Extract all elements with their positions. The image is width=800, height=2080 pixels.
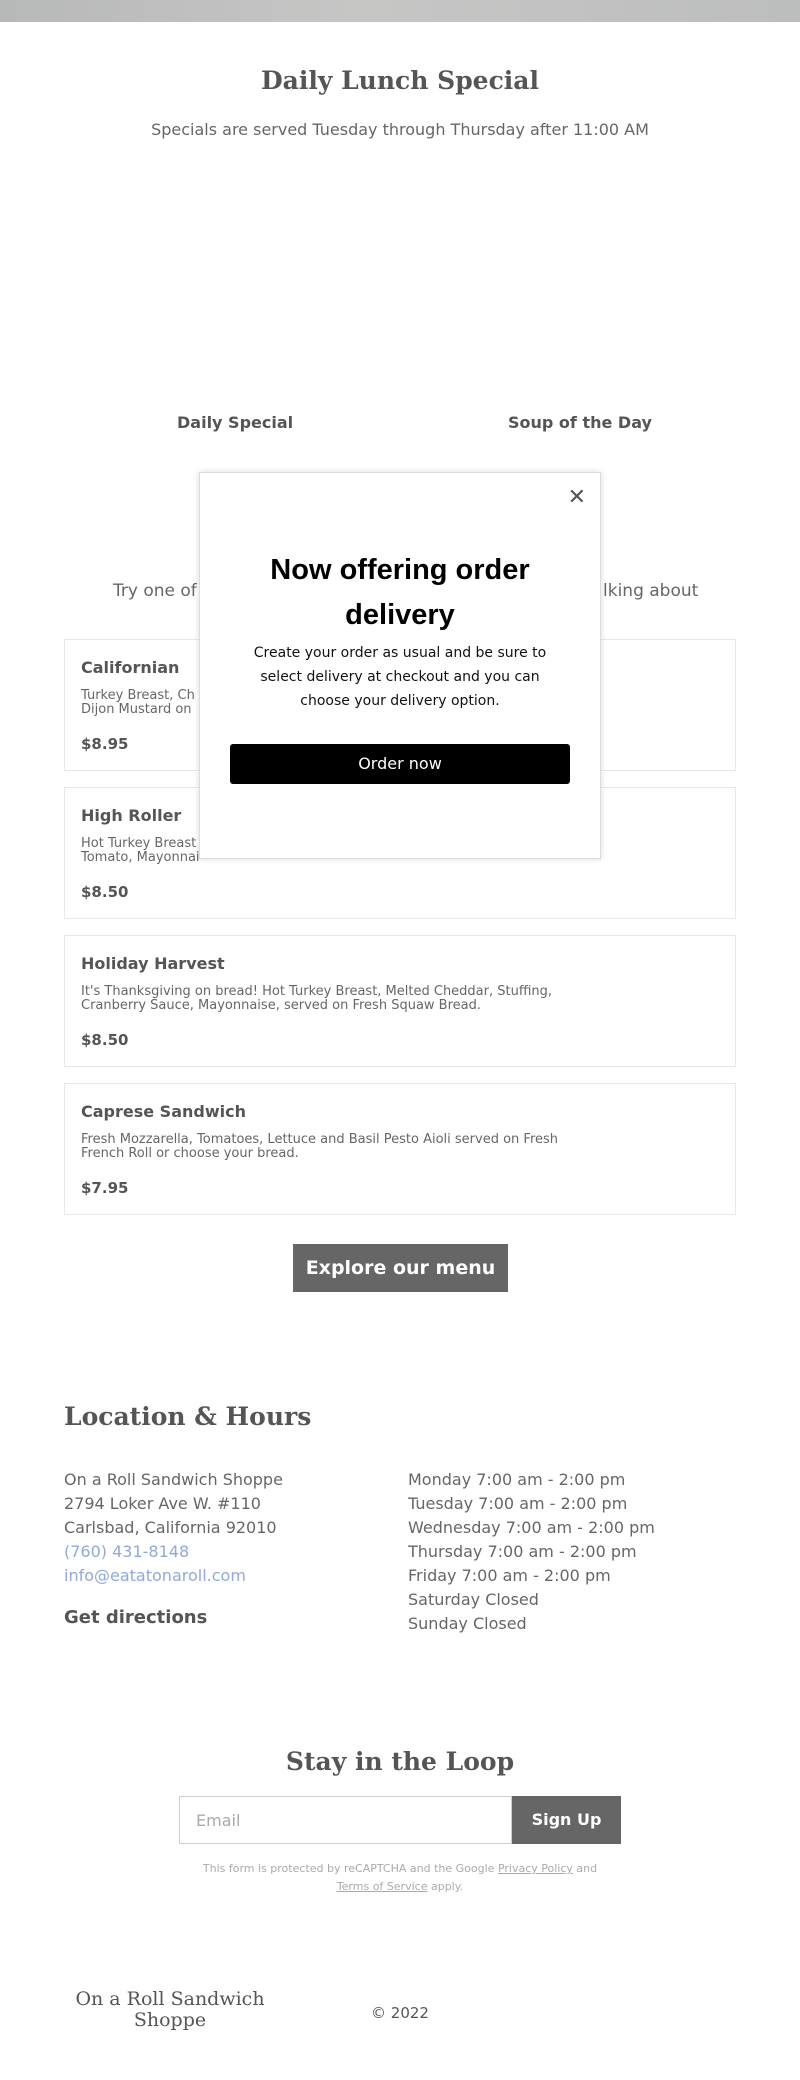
- hero-image-strip: [0, 0, 800, 22]
- address-name: On a Roll Sandwich Shoppe: [64, 1470, 283, 1489]
- recaptcha-notice-line2: Terms of Service apply.: [336, 1880, 464, 1893]
- hours-wednesday: Wednesday 7:00 am - 2:00 pm: [408, 1518, 655, 1537]
- email-link[interactable]: info@eatatonaroll.com: [64, 1566, 246, 1585]
- terms-of-service-link[interactable]: Terms of Service: [337, 1880, 428, 1893]
- lunch-special-subtitle: Specials are served Tuesday through Thur…: [151, 120, 649, 139]
- privacy-policy-link[interactable]: Privacy Policy: [498, 1862, 573, 1875]
- location-hours-title: Location & Hours: [64, 1402, 312, 1431]
- hours-friday: Friday 7:00 am - 2:00 pm: [408, 1566, 611, 1585]
- copyright: © 2022: [371, 2004, 429, 2022]
- phone-link[interactable]: (760) 431-8148: [64, 1542, 189, 1561]
- tab-soup-of-the-day[interactable]: Soup of the Day: [508, 413, 652, 432]
- address-city: Carlsbad, California 92010: [64, 1518, 277, 1537]
- tab-daily-special[interactable]: Daily Special: [177, 413, 293, 432]
- menu-item-description: Fresh Mozzarella, Tomatoes, Lettuce and …: [81, 1132, 559, 1161]
- close-icon[interactable]: ✕: [568, 487, 586, 509]
- hours-sunday: Sunday Closed: [408, 1614, 527, 1633]
- menu-item-description: It's Thanksgiving on bread! Hot Turkey B…: [81, 984, 553, 1013]
- menu-item-name: Holiday Harvest: [81, 954, 225, 973]
- tagline-right-fragment: lking about: [603, 581, 699, 601]
- recaptcha-notice: This form is protected by reCAPTCHA and …: [202, 1862, 598, 1875]
- get-directions-link[interactable]: Get directions: [64, 1607, 207, 1628]
- menu-item-price: $8.50: [81, 883, 129, 901]
- menu-item-price: $7.95: [81, 1179, 129, 1197]
- hours-monday: Monday 7:00 am - 2:00 pm: [408, 1470, 626, 1489]
- lunch-special-title: Daily Lunch Special: [261, 66, 539, 95]
- menu-item-name: Caprese Sandwich: [81, 1102, 246, 1121]
- menu-item-price: $8.95: [81, 735, 129, 753]
- sign-up-button[interactable]: Sign Up: [512, 1796, 621, 1844]
- explore-menu-button[interactable]: Explore our menu: [293, 1244, 508, 1292]
- newsletter-title: Stay in the Loop: [285, 1747, 515, 1776]
- menu-item-card[interactable]: Caprese Sandwich Fresh Mozzarella, Tomat…: [64, 1083, 736, 1215]
- menu-item-price: $8.50: [81, 1031, 129, 1049]
- order-now-button[interactable]: Order now: [230, 744, 570, 784]
- menu-item-name: Californian: [81, 658, 180, 677]
- tagline-left-fragment: Try one of o: [113, 581, 213, 601]
- hours-thursday: Thursday 7:00 am - 2:00 pm: [408, 1542, 637, 1561]
- popup-text: Create your order as usual and be sure t…: [253, 645, 547, 709]
- hours-tuesday: Tuesday 7:00 am - 2:00 pm: [408, 1494, 628, 1513]
- email-input[interactable]: [179, 1796, 512, 1844]
- menu-item-card[interactable]: Holiday Harvest It's Thanksgiving on bre…: [64, 935, 736, 1067]
- hours-saturday: Saturday Closed: [408, 1590, 539, 1609]
- menu-item-name: High Roller: [81, 806, 182, 825]
- address-street: 2794 Loker Ave W. #110: [64, 1494, 261, 1513]
- delivery-popup: ✕ Now offering order delivery Create you…: [199, 472, 601, 859]
- popup-title: Now offering order delivery: [270, 554, 530, 631]
